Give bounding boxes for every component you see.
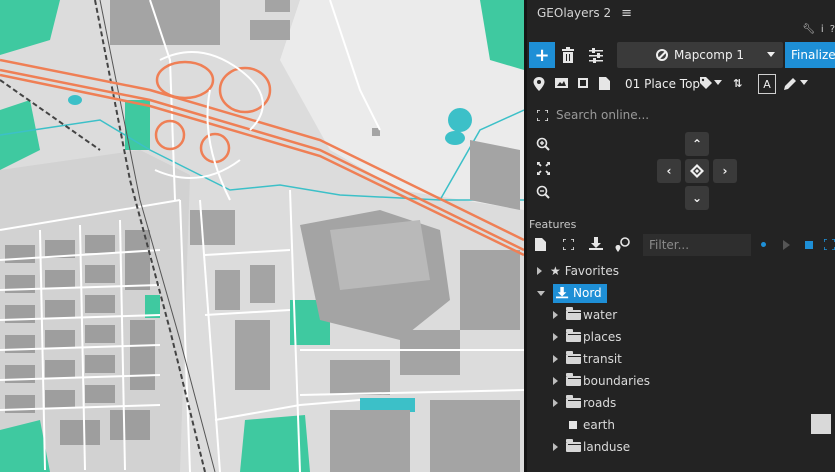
tree-item-favorites[interactable]: ★ Favorites xyxy=(537,261,619,281)
zoom-in-icon[interactable] xyxy=(535,136,551,152)
tree-item-roads[interactable]: roads xyxy=(553,393,616,413)
right-icon[interactable]: › xyxy=(713,159,737,183)
pen-icon[interactable] xyxy=(783,77,797,91)
layer-toolbar: 01 Place Top ⇅ A xyxy=(527,72,835,98)
search-bar[interactable]: Search online... xyxy=(537,104,649,126)
download-icon[interactable] xyxy=(589,237,604,252)
down-icon[interactable]: ⌄ xyxy=(685,186,709,210)
left-icon[interactable]: ‹ xyxy=(657,159,681,183)
folder-icon xyxy=(566,307,581,320)
tree-item-label: earth xyxy=(583,418,615,432)
expand-arrow-icon[interactable] xyxy=(537,267,542,275)
star-icon: ★ xyxy=(550,264,561,278)
place-label[interactable]: 01 Place Top xyxy=(625,77,700,91)
map-view[interactable] xyxy=(0,0,524,472)
panel-title-bar: GEOlayers 2 ≡ xyxy=(537,0,632,26)
panel-title: GEOlayers 2 xyxy=(537,6,612,20)
expand-arrow-icon[interactable] xyxy=(553,333,558,341)
center-icon[interactable] xyxy=(685,159,709,183)
square-icon[interactable] xyxy=(805,241,813,249)
dot-icon[interactable] xyxy=(761,242,766,247)
pan-dpad: ⌃ ‹ › ⌄ xyxy=(655,132,739,210)
tree-item-label: transit xyxy=(583,352,622,366)
tree-item-landuse[interactable]: landuse xyxy=(553,437,630,457)
expand-icon xyxy=(537,109,548,121)
expand-arrow-icon[interactable] xyxy=(553,355,558,363)
sort-icon[interactable]: ⇅ xyxy=(733,77,742,90)
comp-toolbar: + Mapcomp 1 Finalize xyxy=(527,42,835,68)
filter-input[interactable] xyxy=(643,234,751,256)
tree-item-places[interactable]: places xyxy=(553,327,622,347)
trash-icon[interactable] xyxy=(560,46,576,64)
pin-icon[interactable] xyxy=(533,77,545,91)
info-icon[interactable]: i xyxy=(821,24,824,35)
search-input[interactable]: Search online... xyxy=(556,108,649,122)
tree-item-nord[interactable]: Nord xyxy=(537,283,607,303)
download-icon xyxy=(556,286,569,298)
zoom-controls xyxy=(535,136,551,208)
folder-icon xyxy=(566,395,581,408)
crop-icon[interactable] xyxy=(577,77,590,90)
up-icon[interactable]: ⌃ xyxy=(685,132,709,156)
nord-chip[interactable]: Nord xyxy=(553,283,607,303)
tree-item-label: roads xyxy=(583,396,617,410)
comp-name: Mapcomp 1 xyxy=(673,48,745,62)
map-canvas xyxy=(0,0,524,472)
ban-icon xyxy=(655,49,668,61)
top-tools: 🔧︎ i ? xyxy=(802,24,835,35)
play-icon[interactable] xyxy=(783,240,790,250)
search-location-icon[interactable] xyxy=(615,237,631,252)
text-style-button[interactable]: A xyxy=(758,74,776,94)
expand-icon[interactable] xyxy=(824,239,835,250)
tree-item-label: Nord xyxy=(573,286,602,300)
chevron-down-icon[interactable] xyxy=(714,80,722,85)
chevron-down-icon[interactable] xyxy=(800,80,808,85)
chevron-down-icon xyxy=(767,52,775,57)
geolayers-panel: GEOlayers 2 ≡ 🔧︎ i ? + Mapcomp 1 Finaliz… xyxy=(527,0,835,472)
expand-arrow-icon[interactable] xyxy=(553,377,558,385)
expand-arrow-icon[interactable] xyxy=(553,311,558,319)
tree-item-label: places xyxy=(583,330,622,344)
tree-item-transit[interactable]: transit xyxy=(553,349,622,369)
tree-item-label: water xyxy=(583,308,618,322)
plus-icon[interactable]: + xyxy=(529,42,555,68)
tree-item-boundaries[interactable]: boundaries xyxy=(553,371,650,391)
tree-item-water[interactable]: water xyxy=(553,305,617,325)
document-icon[interactable] xyxy=(599,77,610,90)
comp-select[interactable]: Mapcomp 1 xyxy=(617,42,783,68)
expand-arrow-icon[interactable] xyxy=(553,443,558,451)
folder-icon xyxy=(566,373,581,386)
layer-square-icon xyxy=(569,421,577,429)
fit-icon[interactable] xyxy=(535,160,551,176)
expand-arrow-icon[interactable] xyxy=(553,399,558,407)
help-icon[interactable]: ? xyxy=(830,24,835,35)
tree-item-earth[interactable]: earth xyxy=(569,415,615,435)
folder-icon xyxy=(566,329,581,342)
features-toolbar xyxy=(527,234,835,256)
tree-item-label: boundaries xyxy=(583,374,651,388)
tree-item-label: landuse xyxy=(583,440,631,454)
tree-item-label: Favorites xyxy=(564,264,619,278)
color-swatch[interactable] xyxy=(811,414,831,434)
expand-icon[interactable] xyxy=(563,239,574,250)
features-heading: Features xyxy=(529,218,577,231)
finalize-button[interactable]: Finalize xyxy=(785,42,835,68)
image-icon[interactable] xyxy=(555,77,568,89)
new-document-icon[interactable] xyxy=(535,238,546,251)
wrench-icon[interactable]: 🔧︎ xyxy=(802,24,815,35)
tag-icon[interactable] xyxy=(700,77,712,89)
zoom-out-icon[interactable] xyxy=(535,184,551,200)
hamburger-icon[interactable]: ≡ xyxy=(621,6,632,21)
folder-icon xyxy=(566,439,581,452)
collapse-arrow-icon[interactable] xyxy=(537,290,545,296)
sliders-icon[interactable] xyxy=(587,46,605,64)
folder-icon xyxy=(566,351,581,364)
